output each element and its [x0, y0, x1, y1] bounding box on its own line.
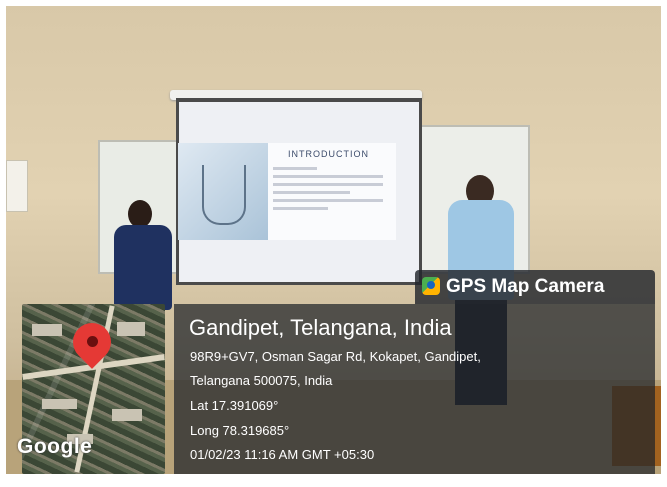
timestamp: 01/02/23 11:16 AM GMT +05:30: [190, 447, 375, 462]
slide-text-lines: [273, 167, 383, 215]
latitude: Lat 17.391069°: [190, 398, 279, 413]
gps-badge-label: GPS Map Camera: [446, 276, 605, 297]
projected-slide: INTRODUCTION: [178, 143, 396, 240]
address-line-2: Telangana 500075, India: [190, 373, 333, 388]
presenter-left-head: [128, 200, 152, 228]
wall-poster: [6, 160, 28, 212]
slide-image: [178, 143, 268, 240]
flask-icon: [202, 165, 246, 225]
map-pin-dot: [87, 336, 98, 347]
presenter-left: [114, 225, 172, 310]
bottom-border: [0, 474, 667, 487]
slide-title: INTRODUCTION: [288, 149, 369, 159]
longitude: Long 78.319685°: [190, 423, 290, 438]
map-provider-logo: Google: [17, 435, 93, 458]
gps-camera-app-icon-dot: [427, 281, 435, 289]
address-line-1: 98R9+GV7, Osman Sagar Rd, Kokapet, Gandi…: [190, 349, 481, 364]
place-name: Gandipet, Telangana, India: [189, 315, 452, 340]
